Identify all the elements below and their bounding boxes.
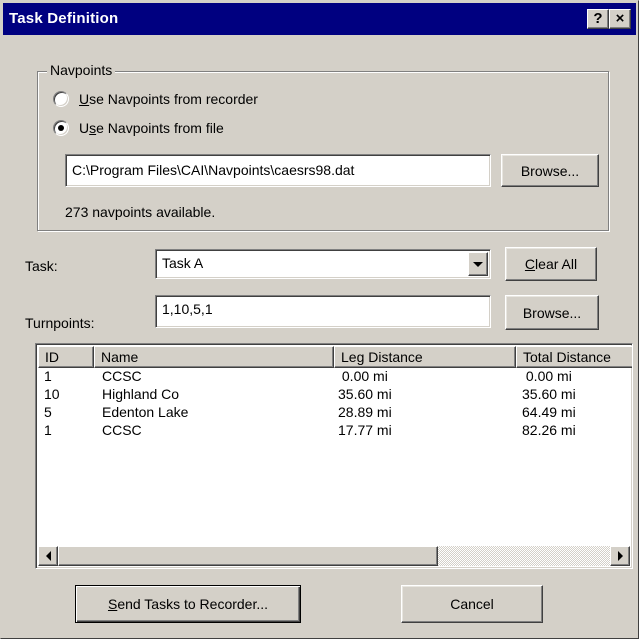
table-row[interactable]: 1 CCSC 0.00 mi 0.00 mi <box>38 368 632 386</box>
help-icon: ? <box>593 10 603 27</box>
radio-file-indicator[interactable] <box>53 120 69 136</box>
column-header-name[interactable]: Name <box>94 346 334 368</box>
table-row[interactable]: 5 Edenton Lake 28.89 mi 64.49 mi <box>38 404 632 422</box>
chevron-down-icon <box>473 261 483 267</box>
table-header: ID Name Leg Distance Total Distance <box>38 346 632 368</box>
help-button[interactable]: ? <box>587 9 609 29</box>
cell-total-distance: 35.60 mi <box>522 386 576 402</box>
cell-leg-distance: 0.00 mi <box>338 368 388 384</box>
task-label: Task: <box>25 258 58 274</box>
column-header-id[interactable]: ID <box>38 346 94 368</box>
use-recorder-label: Use Navpoints from recorder <box>79 91 258 107</box>
cell-name: CCSC <box>102 422 142 438</box>
cell-total-distance: 64.49 mi <box>522 404 576 420</box>
scroll-thumb[interactable] <box>58 546 438 566</box>
cell-leg-distance: 35.60 mi <box>338 386 392 402</box>
cell-total-distance: 0.00 mi <box>522 368 572 384</box>
use-file-radio[interactable]: Use Navpoints from file <box>53 118 224 138</box>
cancel-button[interactable]: Cancel <box>401 585 543 623</box>
turnpoints-label: Turnpoints: <box>25 315 95 331</box>
cell-id: 1 <box>44 368 52 384</box>
column-header-total-distance[interactable]: Total Distance <box>516 346 632 368</box>
navpoints-file-path-field[interactable]: C:\Program Files\CAI\Navpoints\caesrs98.… <box>65 154 491 187</box>
cell-total-distance: 82.26 mi <box>522 422 576 438</box>
cell-leg-distance: 17.77 mi <box>338 422 392 438</box>
navpoints-group-label: Navpoints <box>47 62 116 78</box>
cell-id: 10 <box>44 386 60 402</box>
scroll-right-button[interactable] <box>610 546 630 566</box>
scroll-left-button[interactable] <box>38 546 58 566</box>
task-dropdown-arrow[interactable] <box>468 252 488 276</box>
cell-id: 5 <box>44 404 52 420</box>
close-button[interactable]: × <box>609 9 631 29</box>
close-icon: × <box>615 10 625 27</box>
radio-recorder-indicator[interactable] <box>53 91 69 107</box>
navpoints-available-text: 273 navpoints available. <box>65 204 216 220</box>
task-select[interactable]: Task A <box>155 249 491 279</box>
window-title: Task Definition <box>9 10 119 27</box>
table-row[interactable]: 10 Highland Co 35.60 mi 35.60 mi <box>38 386 632 404</box>
cell-name: CCSC <box>102 368 142 384</box>
turnpoints-table[interactable]: ID Name Leg Distance Total Distance 1 CC… <box>35 343 633 569</box>
cell-name: Edenton Lake <box>102 404 189 420</box>
task-definition-dialog: Task Definition ? × Navpoints Use Navpoi… <box>0 0 639 639</box>
cell-name: Highland Co <box>102 386 180 402</box>
horizontal-scrollbar[interactable] <box>38 546 630 566</box>
cell-id: 1 <box>44 422 52 438</box>
use-recorder-radio[interactable]: Use Navpoints from recorder <box>53 89 258 109</box>
table-row[interactable]: 1 CCSC 17.77 mi 82.26 mi <box>38 422 632 440</box>
clear-all-button[interactable]: Clear All <box>505 247 597 281</box>
send-tasks-button[interactable]: Send Tasks to Recorder... <box>75 585 301 623</box>
turnpoints-browse-button[interactable]: Browse... <box>505 295 599 330</box>
column-header-leg-distance[interactable]: Leg Distance <box>334 346 516 368</box>
cell-leg-distance: 28.89 mi <box>338 404 392 420</box>
navpoints-browse-button[interactable]: Browse... <box>501 154 599 187</box>
arrow-right-icon <box>617 551 623 561</box>
use-file-label: Use Navpoints from file <box>79 120 224 136</box>
title-bar[interactable]: Task Definition ? × <box>3 3 636 35</box>
turnpoints-input[interactable]: 1,10,5,1 <box>155 295 491 328</box>
arrow-left-icon <box>45 551 51 561</box>
task-selected-value: Task A <box>162 255 204 271</box>
